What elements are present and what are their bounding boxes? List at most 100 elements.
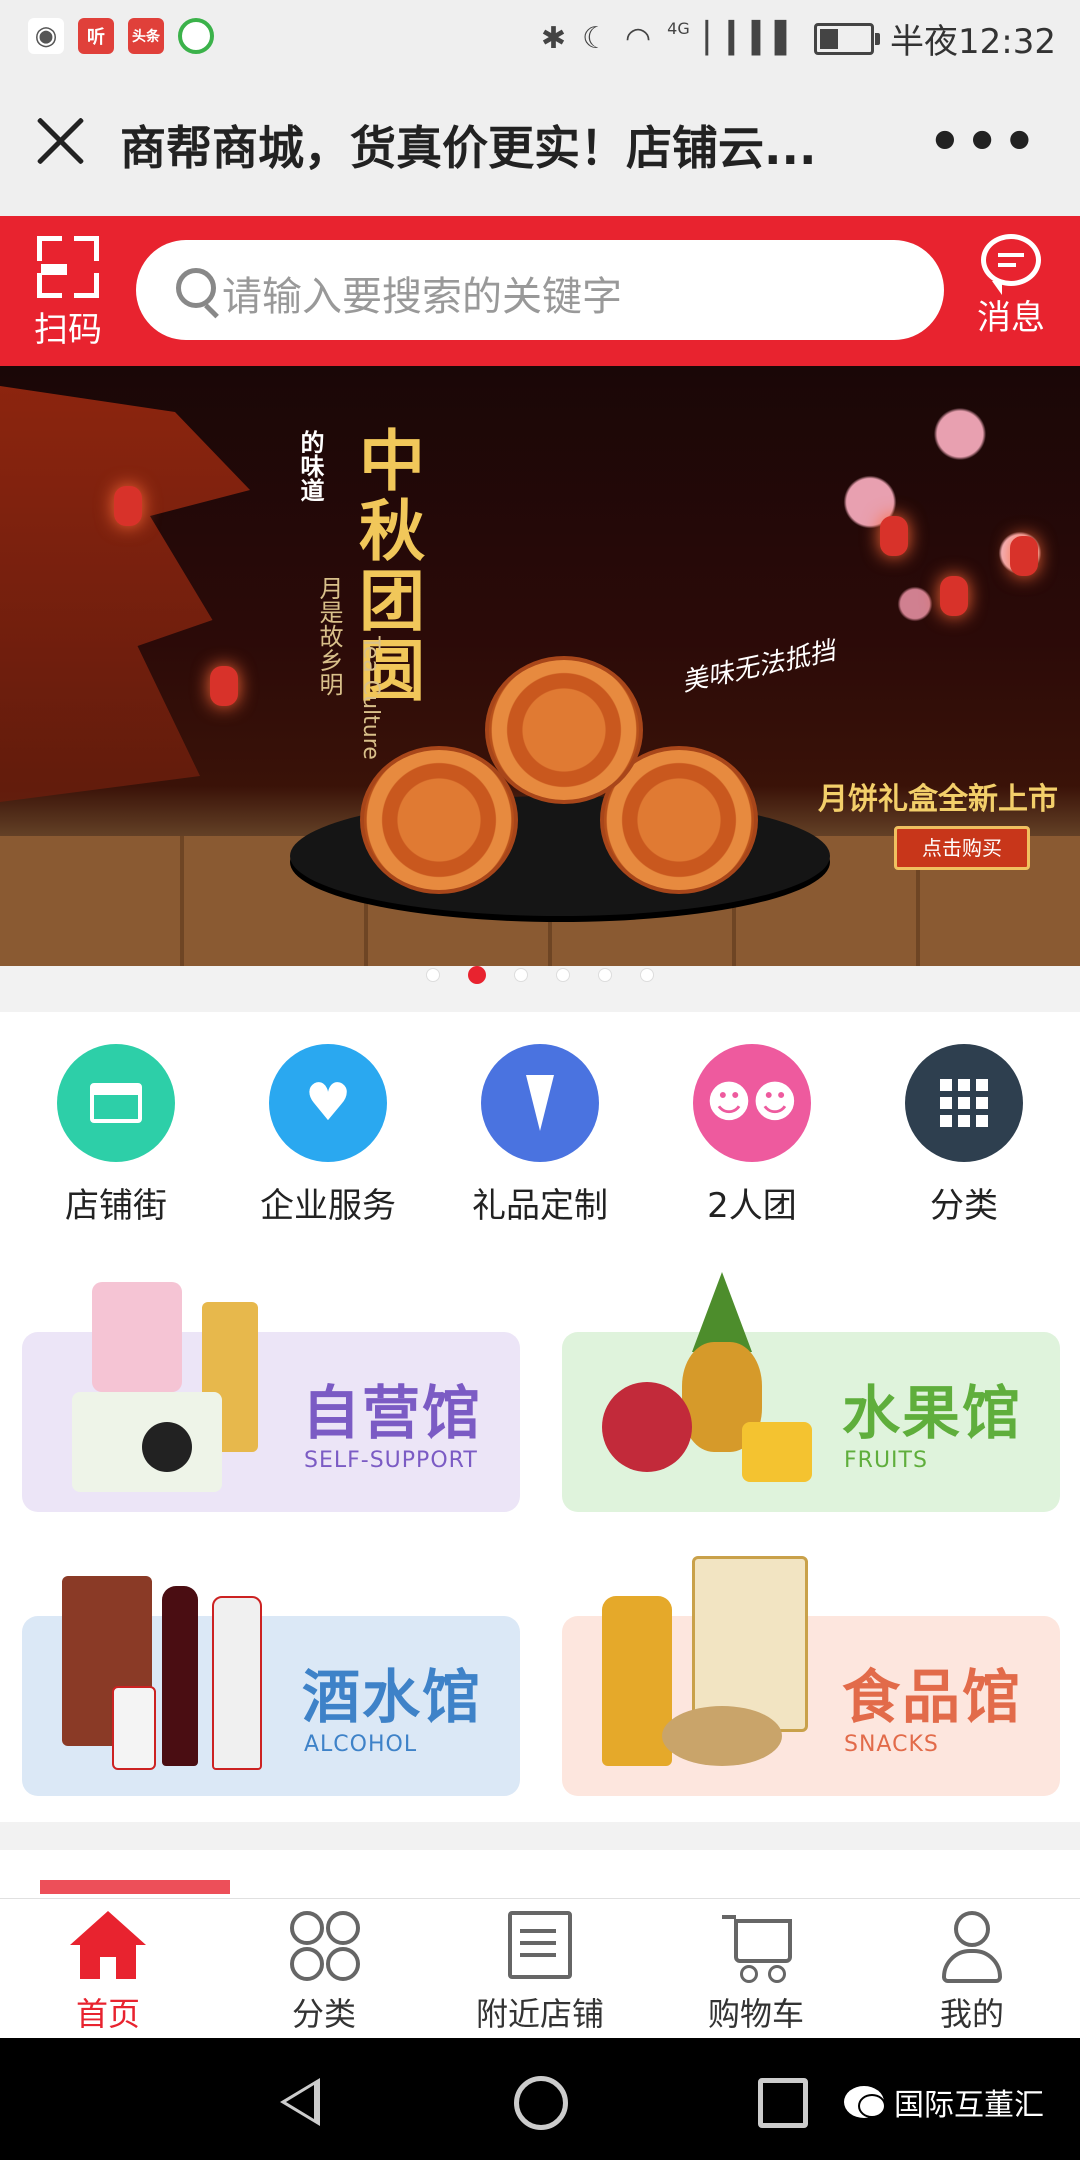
tab-label: 我的	[939, 1995, 1004, 2033]
card-subtitle: SELF-SUPPORT	[304, 1448, 478, 1473]
wifi-icon: ◠	[624, 21, 652, 56]
status-bar: ◉ 听 头条 ✱ ☾ ◠ 4G ▏▎▍▌ 半夜12:32	[0, 0, 1080, 72]
quick-nav-store-street[interactable]: 店铺街	[26, 1044, 206, 1227]
more-menu-icon[interactable]: •••	[928, 112, 1040, 172]
search-icon	[176, 268, 216, 308]
buy-now-button[interactable]: 点击购买	[894, 826, 1030, 870]
recent-apps-icon[interactable]	[758, 2078, 808, 2128]
card-alcohol[interactable]: 酒水馆 ALCOHOL	[22, 1576, 520, 1796]
store-icon	[57, 1044, 175, 1162]
heart-icon: ♥	[269, 1044, 387, 1162]
card-title: 自营馆	[302, 1379, 483, 1447]
page-title: 商帮商城，货真价更实！店铺云...	[120, 121, 817, 175]
cart-icon	[718, 1911, 794, 1983]
browser-app-icon	[178, 18, 214, 54]
carousel-dot[interactable]	[556, 968, 570, 982]
toutiao-app-icon: 头条	[128, 18, 164, 54]
banner-english: Tea Culture	[358, 636, 383, 760]
card-title: 酒水馆	[302, 1663, 483, 1731]
quick-nav-label: 礼品定制	[472, 1186, 608, 1226]
close-icon[interactable]	[32, 112, 90, 170]
alcohol-image	[52, 1556, 282, 1786]
card-subtitle: ALCOHOL	[304, 1732, 418, 1757]
scan-label: 扫码	[34, 310, 102, 350]
quick-nav-enterprise-service[interactable]: ♥ 企业服务	[238, 1044, 418, 1227]
banner-vertical-text: 月是故乡明	[315, 576, 343, 696]
card-title: 水果馆	[842, 1379, 1023, 1447]
carousel-dot[interactable]	[426, 968, 440, 982]
android-nav-bar: 国际互董汇	[0, 2038, 1080, 2160]
tab-cart[interactable]: 购物车	[656, 1911, 856, 2035]
search-placeholder: 请输入要搜索的关键字	[222, 274, 622, 320]
snacks-image	[592, 1556, 822, 1786]
lantern-icon	[114, 486, 142, 526]
grid-icon	[905, 1044, 1023, 1162]
quick-nav: 店铺街 ♥ 企业服务 礼品定制 ☻☻ 2人团 分类	[0, 1012, 1080, 1252]
quick-nav-label: 店铺街	[65, 1186, 167, 1226]
tab-profile[interactable]: 我的	[872, 1911, 1072, 2035]
card-fruits[interactable]: 水果馆 FRUITS	[562, 1272, 1060, 1512]
tie-icon	[481, 1044, 599, 1162]
card-title: 食品馆	[842, 1663, 1023, 1731]
message-icon	[981, 234, 1041, 295]
search-header: 扫码 请输入要搜索的关键字 消息	[0, 216, 1080, 366]
lantern-icon	[1010, 536, 1038, 576]
tab-label: 首页	[75, 1995, 140, 2033]
carousel-dots	[0, 962, 1080, 988]
banner-new-release: 月饼礼盒全新上市	[818, 782, 1058, 817]
banner-tag: 的味道	[296, 430, 324, 502]
bottom-tab-bar: 首页 分类 附近店铺 购物车 我的	[0, 1898, 1080, 2039]
lantern-icon	[940, 576, 968, 616]
tab-label: 分类	[291, 1995, 356, 2033]
lantern-icon	[210, 666, 238, 706]
category-icon	[286, 1911, 362, 1981]
bluetooth-icon: ✱	[540, 21, 567, 56]
clock: 半夜12:32	[890, 22, 1056, 62]
home-button-icon[interactable]	[514, 2076, 568, 2130]
profile-icon	[934, 1911, 1010, 1983]
self-support-products-image	[52, 1272, 282, 1502]
back-icon[interactable]	[280, 2078, 320, 2126]
quick-nav-group-buy[interactable]: ☻☻ 2人团	[662, 1044, 842, 1227]
carousel-dot-active[interactable]	[468, 966, 486, 984]
promo-banner[interactable]: 的味道 中秋团圆 月是故乡明 Tea Culture 美味无法抵挡 月饼礼盒全新…	[0, 366, 1080, 966]
tab-home[interactable]: 首页	[8, 1911, 208, 2035]
lantern-icon	[880, 516, 908, 556]
fruits-image	[592, 1272, 822, 1502]
next-section-partial	[0, 1850, 1080, 1900]
nearby-store-icon	[502, 1911, 578, 1981]
pagoda-illustration	[0, 386, 250, 802]
scan-icon	[37, 236, 99, 298]
quick-nav-gift-custom[interactable]: 礼品定制	[450, 1044, 630, 1227]
search-input[interactable]: 请输入要搜索的关键字	[136, 240, 944, 340]
card-snacks[interactable]: 食品馆 SNACKS	[562, 1556, 1060, 1796]
wechat-icon: ◉	[28, 18, 64, 54]
quick-nav-label: 2人团	[707, 1186, 797, 1226]
moon-icon: ☾	[582, 21, 609, 56]
mooncake	[360, 746, 518, 894]
card-self-support[interactable]: 自营馆 SELF-SUPPORT	[22, 1282, 520, 1512]
tab-label: 购物车	[707, 1995, 804, 2033]
card-subtitle: SNACKS	[844, 1732, 939, 1757]
browser-title-bar: 商帮商城，货真价更实！店铺云... •••	[0, 72, 1080, 216]
carousel-dot[interactable]	[598, 968, 612, 982]
tab-label: 附近店铺	[475, 1995, 604, 2033]
mooncake	[485, 656, 643, 804]
quick-nav-label: 分类	[930, 1186, 998, 1226]
category-cards: 自营馆 SELF-SUPPORT 水果馆 FRUITS 酒水馆 ALCOHOL …	[0, 1252, 1080, 1822]
scan-button[interactable]: 扫码	[28, 236, 108, 351]
carousel-dot[interactable]	[640, 968, 654, 982]
carousel-dot[interactable]	[514, 968, 528, 982]
signal-icon: ▏▎▍▌	[705, 21, 799, 56]
watermark-text: 国际互董汇	[894, 2088, 1044, 2123]
home-icon	[70, 1911, 146, 1981]
battery-icon	[814, 22, 881, 55]
card-subtitle: FRUITS	[844, 1448, 928, 1473]
quick-nav-label: 企业服务	[260, 1186, 396, 1226]
tab-category[interactable]: 分类	[224, 1911, 424, 2035]
message-button[interactable]: 消息	[966, 234, 1056, 339]
network-type: 4G	[667, 19, 690, 38]
quick-nav-category[interactable]: 分类	[874, 1044, 1054, 1227]
tab-nearby-stores[interactable]: 附近店铺	[440, 1911, 640, 2035]
ting-app-icon: 听	[78, 18, 114, 54]
